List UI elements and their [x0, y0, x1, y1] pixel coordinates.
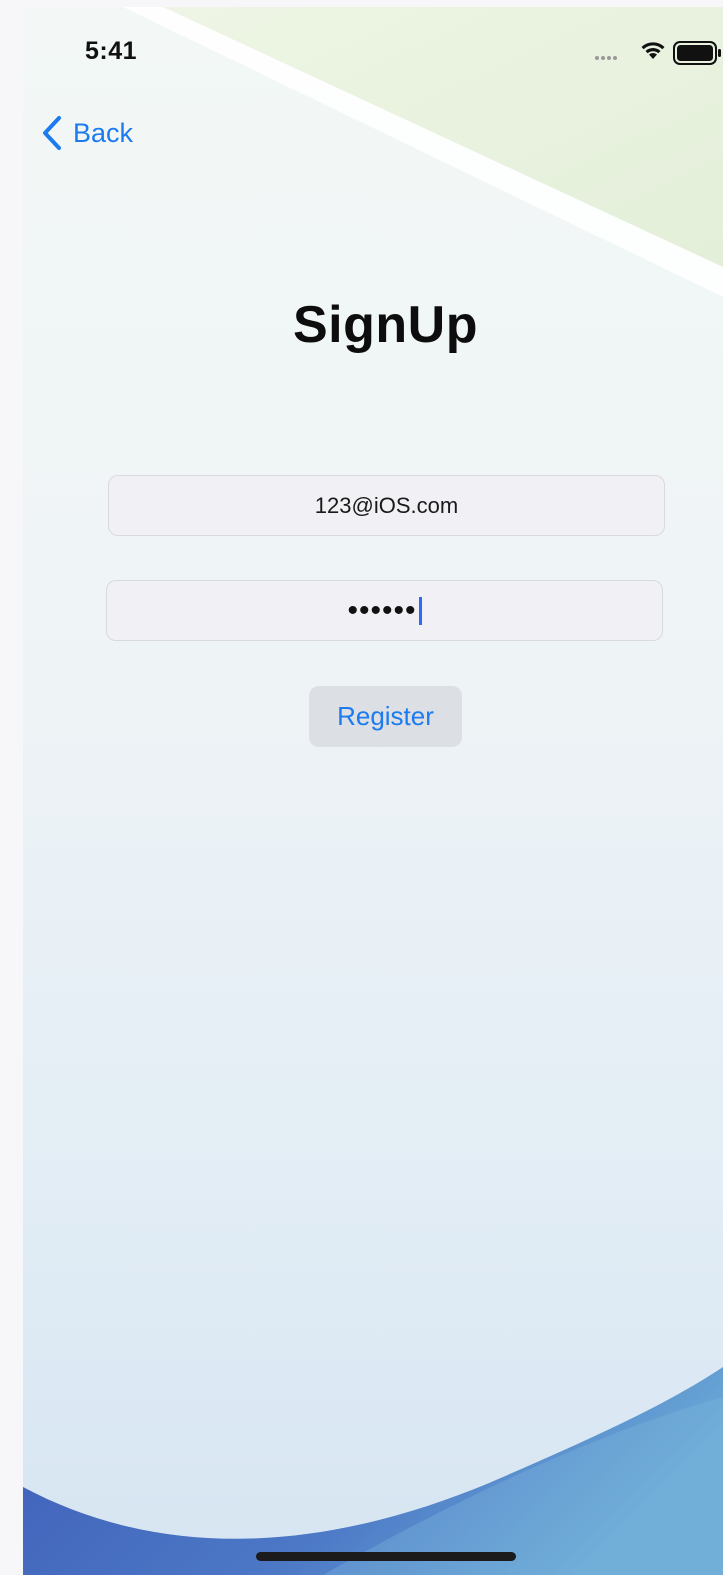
home-indicator [256, 1552, 516, 1561]
battery-icon [673, 41, 721, 65]
wifi-icon [641, 42, 665, 59]
password-value: •••••• [347, 593, 417, 627]
back-button-label: Back [73, 118, 134, 148]
back-button[interactable]: Back [41, 111, 133, 155]
status-bar: 5:41 [23, 7, 723, 97]
chevron-left-icon [43, 116, 61, 150]
background-decoration [23, 7, 723, 1575]
signal-dots-icon [595, 56, 617, 60]
email-value: 123@iOS.com [314, 492, 459, 518]
text-cursor [418, 596, 422, 625]
email-field[interactable]: 123@iOS.com [108, 475, 665, 536]
signup-screen: 5:41 Back SignUp 123@iOS.com •••••• Regi… [23, 7, 723, 1575]
status-time: 5:41 [85, 37, 138, 65]
password-field[interactable]: •••••• [106, 580, 663, 641]
register-button[interactable]: Register [309, 686, 462, 747]
page-title: SignUp [293, 296, 478, 354]
bottom-wave-highlight [323, 1397, 723, 1575]
